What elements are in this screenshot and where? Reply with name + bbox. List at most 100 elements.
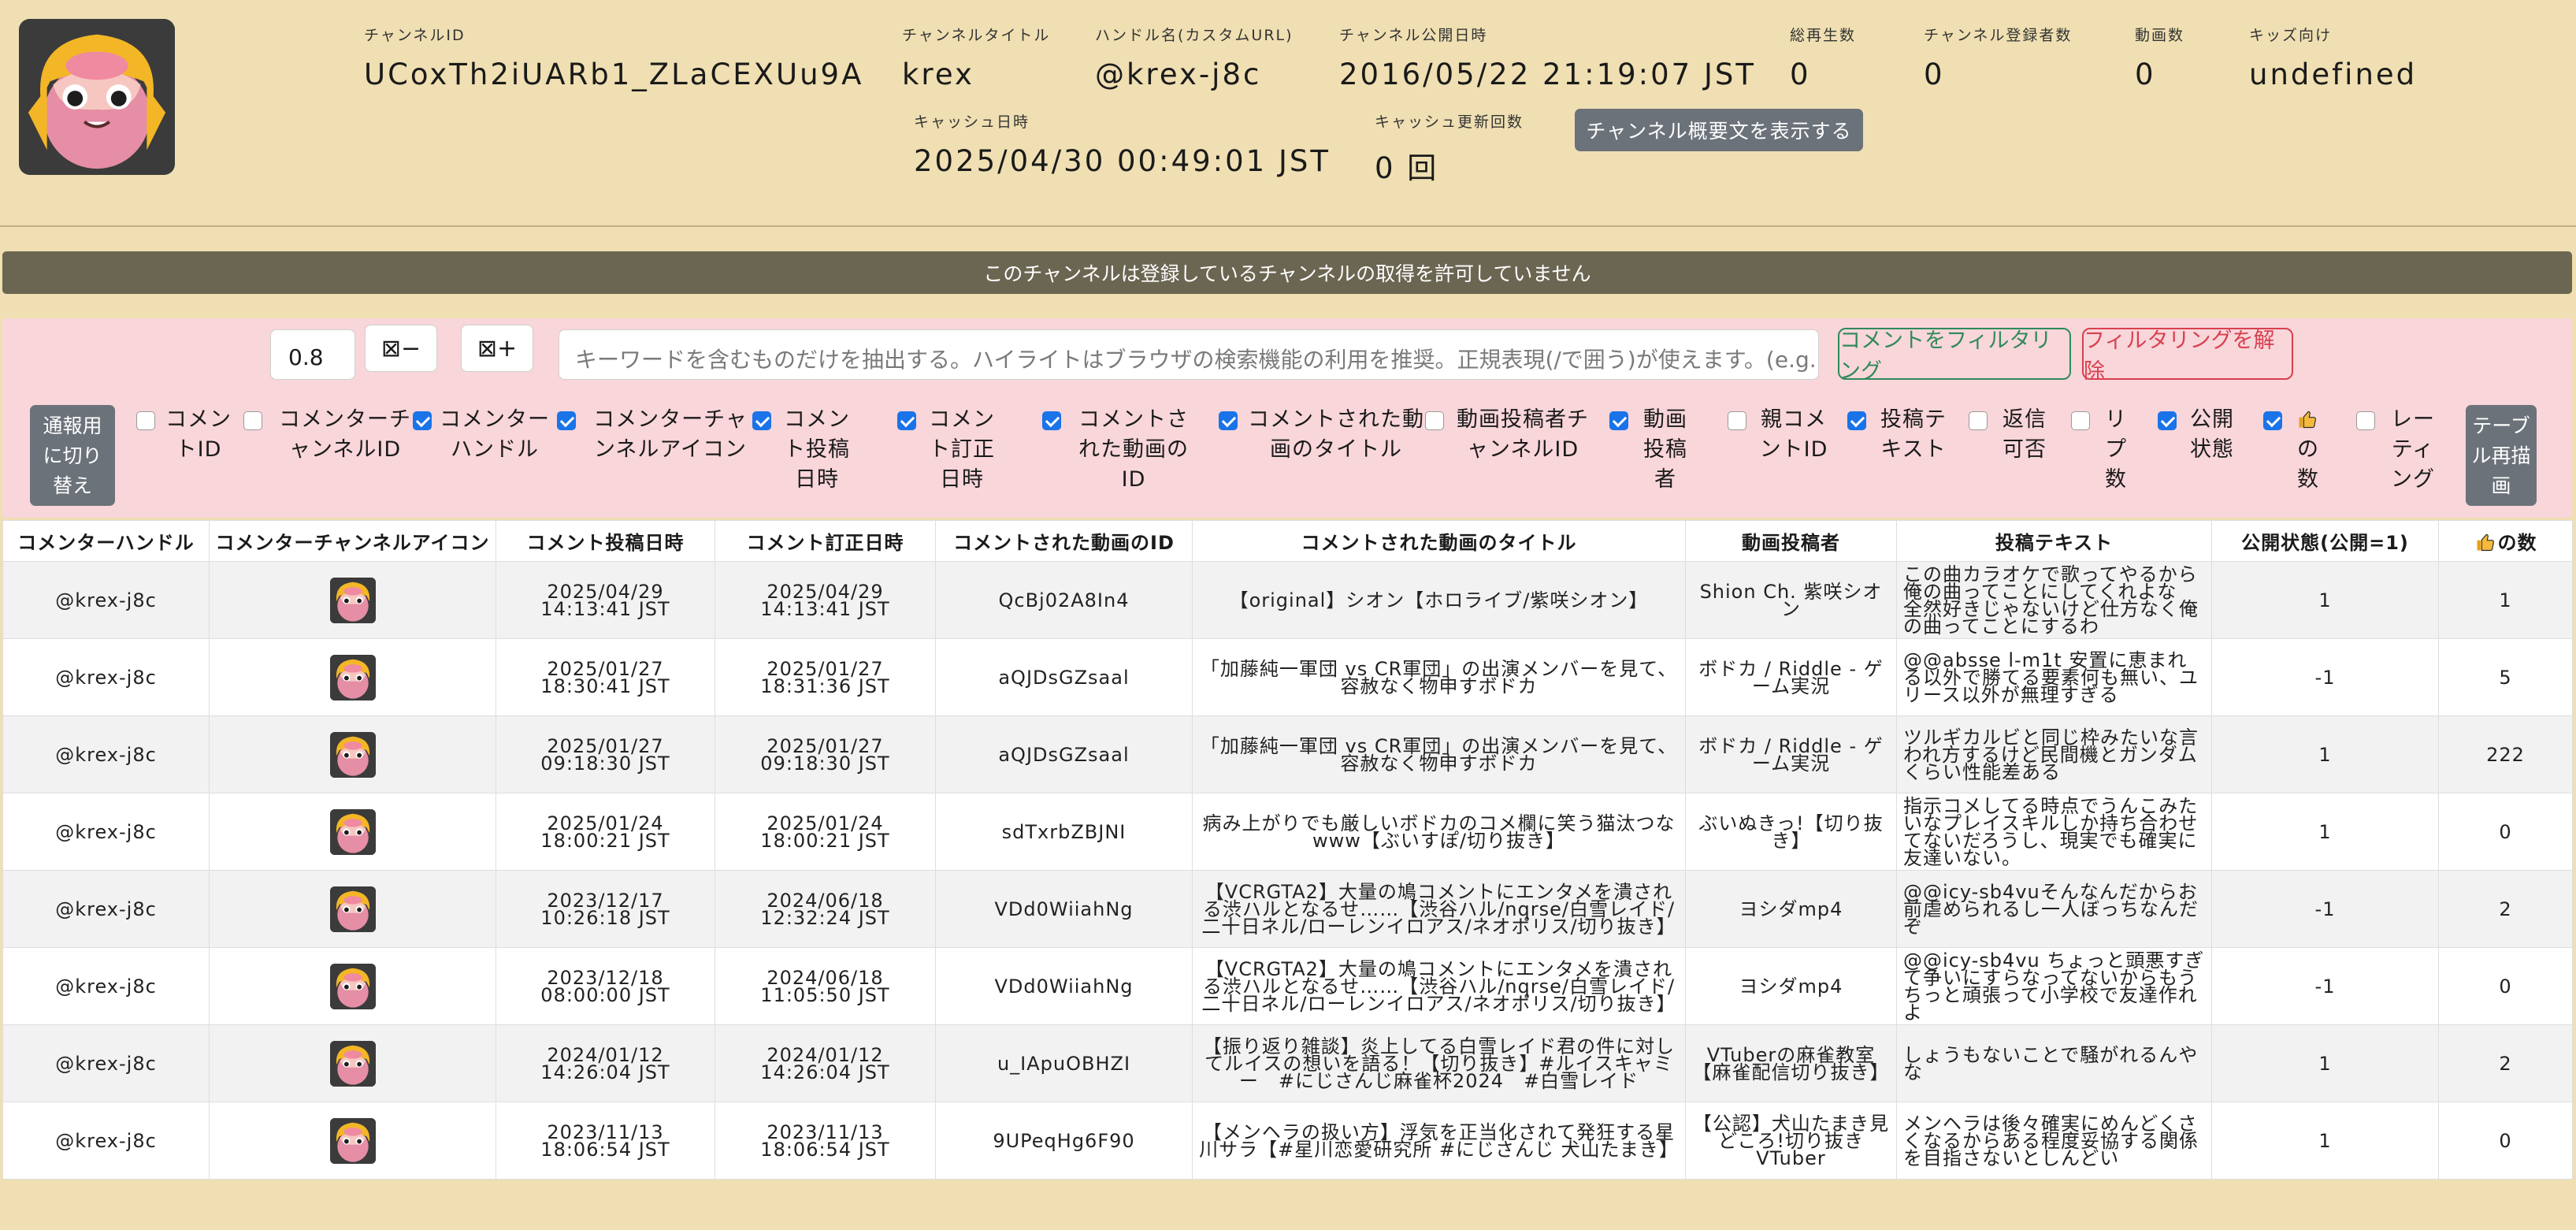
keyword-input[interactable]: キーワードを含むものだけを抽出する。ハイライトはブラウザの検索機能の利用を推奨。… (559, 329, 1819, 380)
commenter-avatar[interactable] (329, 886, 376, 932)
cell-icon (209, 870, 496, 948)
cell-posted-at: 2025/01/27 09:18:30 JST (496, 715, 715, 793)
cell-uploader[interactable]: ヨシダmp4 (1685, 870, 1897, 948)
toggle-posted-at[interactable]: コメント投稿日時 (752, 405, 855, 495)
header-like-count[interactable]: の数 (2438, 520, 2573, 562)
commenter-avatar[interactable] (329, 654, 376, 700)
toggle-parent-comment-id[interactable]: 親コメントID (1728, 405, 1833, 465)
header-uploader[interactable]: 動画投稿者 (1685, 520, 1897, 562)
toggle-comment-id[interactable]: コメントID (136, 405, 234, 465)
cell-video-id[interactable]: 9UPeqHg6F90 (935, 1102, 1193, 1180)
show-description-button[interactable]: チャンネル概要文を表示する (1575, 109, 1863, 151)
zoom-in-button[interactable]: ⊠+ (461, 325, 533, 372)
checkbox-commenter-channel-id[interactable] (243, 411, 262, 430)
cell-video-title[interactable]: 【メンヘラの扱い方】浮気を正当化されて発狂する星川サラ【#星川恋愛研究所 #にじ… (1192, 1102, 1686, 1180)
kids-field: キッズ向け undefined (2249, 24, 2417, 91)
toggle-rating[interactable]: レーティング (2356, 405, 2443, 495)
header-post-text[interactable]: 投稿テキスト (1896, 520, 2212, 562)
header-commenter-handle[interactable]: コメンターハンドル (2, 520, 210, 562)
cell-video-id[interactable]: VDd0WiiahNg (935, 947, 1193, 1025)
switch-report-label: 通報用に切り替え (43, 414, 102, 497)
commenter-avatar[interactable] (329, 731, 376, 778)
checkbox-reply-allowed[interactable] (1969, 411, 1988, 430)
zoom-out-button[interactable]: ⊠− (365, 325, 437, 372)
cell-edited-at: 2025/01/27 09:18:30 JST (715, 715, 936, 793)
toggle-edited-at[interactable]: コメント訂正日時 (897, 405, 1000, 495)
toggle-reply-count[interactable]: リプ数 (2071, 405, 2134, 495)
commenter-avatar[interactable] (329, 577, 376, 623)
cell-like-count: 2 (2438, 870, 2573, 948)
header-commenter-icon[interactable]: コメンターチャンネルアイコン (209, 520, 496, 562)
checkbox-video-title[interactable] (1219, 411, 1238, 430)
checkbox-edited-at[interactable] (897, 411, 916, 430)
cell-video-id[interactable]: sdTxrbZBJNI (935, 793, 1193, 871)
checkbox-post-text[interactable] (1847, 411, 1866, 430)
toggle-uploader-channel-id[interactable]: 動画投稿者チャンネルID (1425, 405, 1594, 465)
cell-uploader[interactable]: ボドカ / Riddle - ゲーム実況 (1685, 715, 1897, 793)
checkbox-parent-comment-id[interactable] (1728, 411, 1746, 430)
cell-icon (209, 638, 496, 716)
cell-video-id[interactable]: aQJDsGZsaal (935, 715, 1193, 793)
cell-public-status: 1 (2211, 1102, 2439, 1180)
filter-comments-button[interactable]: コメントをフィルタリング (1838, 328, 2071, 384)
cell-icon (209, 1102, 496, 1180)
cache-count-field: キャッシュ更新回数 0 回 (1375, 110, 1524, 187)
toggle-uploader[interactable]: 動画投稿者 (1609, 405, 1694, 495)
toggle-video-id[interactable]: コメントされた動画のID (1042, 405, 1198, 495)
cell-uploader[interactable]: 【公認】犬山たまき見どころ!切り抜きVTuber (1685, 1102, 1897, 1180)
header-public-status[interactable]: 公開状態(公開=1) (2211, 520, 2439, 562)
checkbox-public-status[interactable] (2158, 411, 2177, 430)
cell-video-id[interactable]: u_IApuOBHZI (935, 1024, 1193, 1102)
cell-video-title[interactable]: 病み上がりでも厳しいボドカのコメ欄に笑う猫汰つなwww【ぶいすぽ/切り抜き】 (1192, 793, 1686, 871)
cell-public-status: -1 (2211, 947, 2439, 1025)
header-posted-at[interactable]: コメント投稿日時 (496, 520, 715, 562)
checkbox-like-count[interactable] (2263, 411, 2282, 430)
scale-input[interactable]: 0.8 (270, 329, 355, 380)
cell-edited-at: 2024/06/18 12:32:24 JST (715, 870, 936, 948)
cell-post-text: @@icy-sb4vuそんなんだからお前虐められるし一人ぼっちなんだぞ (1896, 870, 2212, 948)
toggle-commenter-icon[interactable]: コメンターチャンネルアイコン (557, 405, 757, 465)
cell-video-id[interactable]: QcBj02A8In4 (935, 561, 1193, 639)
checkbox-rating[interactable] (2356, 411, 2375, 430)
checkbox-uploader-channel-id[interactable] (1425, 411, 1444, 430)
toggle-post-text[interactable]: 投稿テキスト (1847, 405, 1953, 465)
commenter-avatar[interactable] (329, 963, 376, 1009)
switch-report-button[interactable]: 通報用に切り替え (30, 405, 115, 506)
toggle-reply-allowed[interactable]: 返信可否 (1969, 405, 2054, 465)
commenter-avatar[interactable] (329, 808, 376, 855)
checkbox-reply-count[interactable] (2071, 411, 2090, 430)
cell-uploader[interactable]: VTuberの麻雀教室【麻雀配信切り抜き】 (1685, 1024, 1897, 1102)
checkbox-uploader[interactable] (1609, 411, 1628, 430)
toggle-commenter-handle[interactable]: コメンターハンドル (413, 405, 550, 465)
checkbox-video-id[interactable] (1042, 411, 1061, 430)
cell-uploader[interactable]: ぶいぬきっ!【切り抜き】 (1685, 793, 1897, 871)
checkbox-commenter-icon[interactable] (557, 411, 576, 430)
cell-video-title[interactable]: 【振り返り雑談】炎上してる白雪レイド君の件に対してルイスの想いを語る！【切り抜き… (1192, 1024, 1686, 1102)
cell-video-title[interactable]: 【VCRGTA2】大量の鳩コメントにエンタメを潰される渋ハルとなるせ……【渋谷ハ… (1192, 870, 1686, 948)
cell-video-title[interactable]: 「加藤純一軍団 vs CR軍団」の出演メンバーを見て、容赦なく物申すボドカ (1192, 715, 1686, 793)
published-field: チャンネル公開日時 2016/05/22 21:19:07 JST (1339, 24, 1756, 91)
cell-video-title[interactable]: 【original】シオン【ホロライブ/紫咲シオン】 (1192, 561, 1686, 639)
header-edited-at[interactable]: コメント訂正日時 (715, 520, 936, 562)
cell-video-id[interactable]: aQJDsGZsaal (935, 638, 1193, 716)
cell-uploader[interactable]: ボドカ / Riddle - ゲーム実況 (1685, 638, 1897, 716)
toggle-public-status[interactable]: 公開状態 (2158, 405, 2240, 465)
toggle-video-title[interactable]: コメントされた動画のタイトル (1219, 405, 1427, 465)
cell-video-id[interactable]: VDd0WiiahNg (935, 870, 1193, 948)
checkbox-posted-at[interactable] (752, 411, 771, 430)
checkbox-comment-id[interactable] (136, 411, 155, 430)
checkbox-commenter-handle[interactable] (413, 411, 432, 430)
clear-filter-button[interactable]: フィルタリングを解除 (2082, 328, 2293, 384)
toggle-like-count[interactable]: の数 (2263, 405, 2326, 495)
cell-uploader[interactable]: ヨシダmp4 (1685, 947, 1897, 1025)
cell-video-title[interactable]: 「加藤純一軍団 vs CR軍団」の出演メンバーを見て、容赦なく物申すボドカ (1192, 638, 1686, 716)
commenter-avatar[interactable] (329, 1040, 376, 1087)
cell-uploader[interactable]: Shion Ch. 紫咲シオン (1685, 561, 1897, 639)
cell-post-text: ツルギカルビと同じ枠みたいな言われ方するけど民間機とガンダムくらい性能差ある (1896, 715, 2212, 793)
cell-video-title[interactable]: 【VCRGTA2】大量の鳩コメントにエンタメを潰される渋ハルとなるせ……【渋谷ハ… (1192, 947, 1686, 1025)
toggle-commenter-channel-id[interactable]: コメンターチャンネルID (243, 405, 420, 465)
header-video-id[interactable]: コメントされた動画のID (935, 520, 1193, 562)
commenter-avatar[interactable] (329, 1117, 376, 1164)
header-video-title[interactable]: コメントされた動画のタイトル (1192, 520, 1686, 562)
redraw-table-button[interactable]: テーブル再描画 (2466, 405, 2537, 506)
